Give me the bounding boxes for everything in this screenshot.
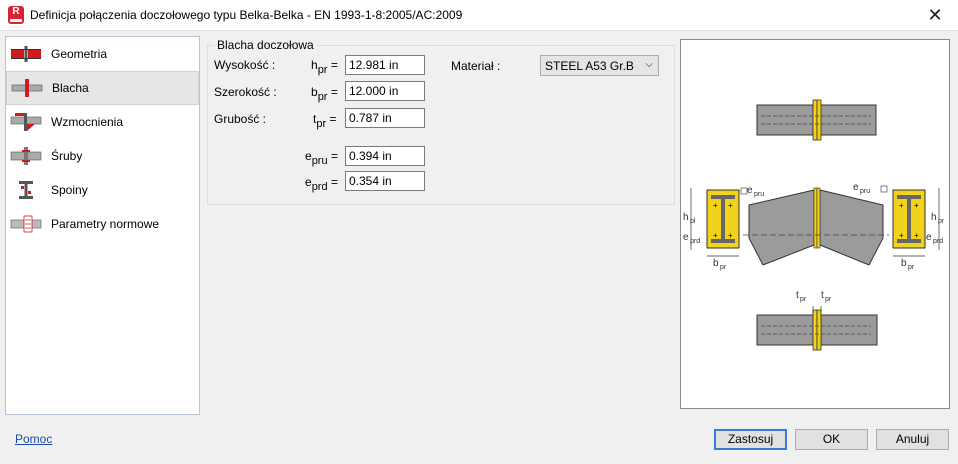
svg-text:pr: pr bbox=[720, 264, 727, 271]
bolts-icon bbox=[10, 147, 42, 165]
connection-preview: + + + + h pl e prd b pr e pru + + + + h pr e prd b… bbox=[680, 39, 950, 409]
svg-text:b: b bbox=[901, 258, 907, 269]
sidebar-item-label: Wzmocnienia bbox=[51, 115, 124, 129]
welds-icon bbox=[19, 181, 33, 199]
height-input[interactable]: 12.981 in bbox=[345, 55, 425, 75]
category-list: Geometria Blacha Wzmocnienia Śruby Spoin… bbox=[5, 36, 200, 415]
e-upper-input[interactable]: 0.394 in bbox=[345, 146, 425, 166]
robot-app-icon: R bbox=[8, 6, 24, 24]
svg-text:e: e bbox=[853, 182, 859, 193]
material-select[interactable]: STEEL A53 Gr.B ⌵ bbox=[540, 55, 659, 76]
sidebar-item-label: Blacha bbox=[52, 81, 89, 95]
stiffeners-icon bbox=[10, 113, 42, 131]
svg-text:+: + bbox=[728, 201, 733, 210]
sidebar-item-parametry-normowe[interactable]: Parametry normowe bbox=[6, 207, 199, 241]
width-label: Szerokość : bbox=[214, 85, 277, 99]
height-symbol: hpr = bbox=[311, 58, 338, 76]
sidebar-item-geometria[interactable]: Geometria bbox=[6, 37, 199, 71]
sidebar-item-label: Spoiny bbox=[51, 183, 88, 197]
ok-button[interactable]: OK bbox=[795, 429, 868, 450]
material-label: Materiał : bbox=[451, 59, 501, 73]
svg-text:pru: pru bbox=[754, 191, 764, 198]
help-link[interactable]: Pomoc bbox=[15, 432, 52, 446]
chevron-down-icon: ⌵ bbox=[645, 59, 653, 70]
e-lower-input[interactable]: 0.354 in bbox=[345, 171, 425, 191]
svg-text:+: + bbox=[899, 201, 904, 210]
svg-text:h: h bbox=[683, 212, 689, 223]
height-label: Wysokość : bbox=[214, 58, 276, 72]
e-upper-symbol: epru = bbox=[305, 149, 338, 167]
e-lower-symbol: eprd = bbox=[305, 175, 338, 193]
sidebar-item-wzmocnienia[interactable]: Wzmocnienia bbox=[6, 105, 199, 139]
svg-text:pr: pr bbox=[908, 264, 915, 271]
middle-angled-beams bbox=[743, 187, 889, 266]
plate-icon bbox=[11, 79, 43, 97]
svg-text:prd: prd bbox=[933, 238, 943, 245]
svg-text:e: e bbox=[926, 232, 932, 243]
svg-text:t: t bbox=[796, 290, 799, 301]
end-plate-group-title: Blacha doczołowa bbox=[214, 38, 317, 52]
beam-geometry-icon bbox=[11, 46, 41, 62]
svg-text:+: + bbox=[914, 201, 919, 210]
material-value: STEEL A53 Gr.B bbox=[545, 59, 634, 73]
window-title: Definicja połączenia doczołowego typu Be… bbox=[30, 8, 463, 22]
svg-text:pr: pr bbox=[800, 296, 807, 303]
thickness-label: Grubość : bbox=[214, 112, 267, 126]
title-bar: R Definicja połączenia doczołowego typu … bbox=[0, 0, 958, 31]
close-button[interactable]: ✕ bbox=[912, 0, 958, 31]
svg-text:e: e bbox=[683, 232, 689, 243]
svg-text:t: t bbox=[821, 290, 824, 301]
svg-text:+: + bbox=[899, 231, 904, 240]
sidebar-item-label: Śruby bbox=[51, 149, 83, 163]
width-input[interactable]: 12.000 in bbox=[345, 81, 425, 101]
sidebar-item-label: Parametry normowe bbox=[51, 217, 160, 231]
svg-text:pl: pl bbox=[690, 218, 696, 225]
svg-text:+: + bbox=[713, 201, 718, 210]
sidebar-item-spoiny[interactable]: Spoiny bbox=[6, 173, 199, 207]
cancel-button[interactable]: Anuluj bbox=[876, 429, 949, 450]
svg-text:+: + bbox=[914, 231, 919, 240]
svg-text:pru: pru bbox=[860, 188, 870, 195]
sidebar-item-label: Geometria bbox=[51, 47, 108, 61]
svg-text:+: + bbox=[728, 231, 733, 240]
width-symbol: bpr = bbox=[311, 85, 338, 103]
thickness-input[interactable]: 0.787 in bbox=[345, 108, 425, 128]
sidebar-item-sruby[interactable]: Śruby bbox=[6, 139, 199, 173]
svg-text:+: + bbox=[713, 231, 718, 240]
code-parameters-icon bbox=[10, 215, 42, 233]
svg-text:e: e bbox=[747, 185, 753, 196]
thickness-symbol: tpr = bbox=[313, 112, 337, 130]
connection-diagram: + + + + h pl e prd b pr e pru + + + + h pr e prd b… bbox=[683, 99, 945, 351]
svg-text:pr: pr bbox=[938, 218, 945, 225]
svg-text:pr: pr bbox=[825, 296, 832, 303]
bottom-beam-view: t pr t pr bbox=[756, 290, 878, 351]
sidebar-item-blacha[interactable]: Blacha bbox=[6, 71, 199, 105]
svg-text:prd: prd bbox=[690, 238, 700, 245]
svg-text:h: h bbox=[931, 212, 937, 223]
apply-button[interactable]: Zastosuj bbox=[714, 429, 787, 450]
top-beam-view bbox=[756, 99, 877, 141]
svg-text:b: b bbox=[713, 258, 719, 269]
